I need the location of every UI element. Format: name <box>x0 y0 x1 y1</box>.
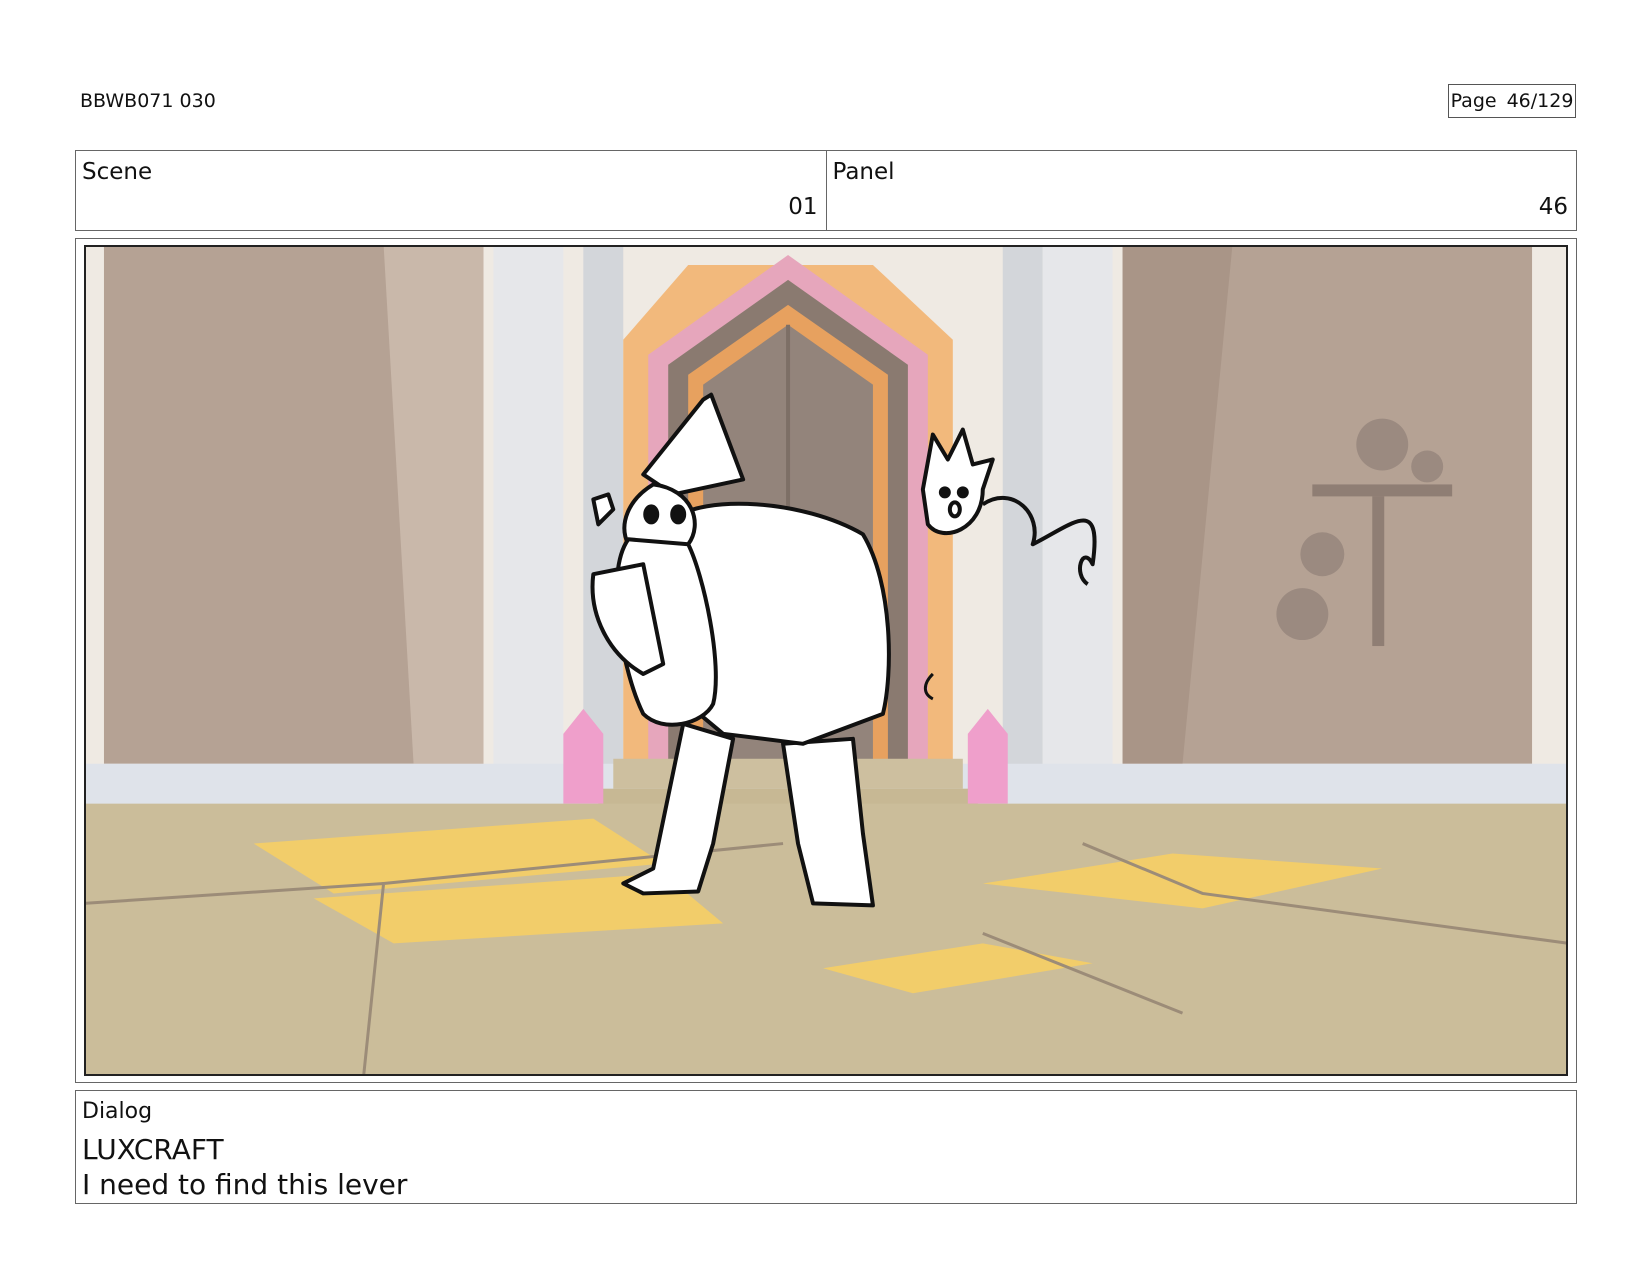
page-indicator: Page 46/129 <box>1448 84 1576 118</box>
gnome-eye <box>670 504 687 525</box>
spirit-eye <box>956 486 969 499</box>
pillar-right-inner <box>1002 245 1043 804</box>
shelf-post <box>1372 496 1385 647</box>
gnome-eye <box>643 504 660 525</box>
rock <box>1276 588 1329 641</box>
pillar-left <box>493 245 564 804</box>
rock <box>1411 450 1444 483</box>
page-number: 46/129 <box>1506 90 1574 112</box>
spirit-eye <box>938 486 951 499</box>
scene-label: Scene <box>82 159 153 185</box>
scene-panel-row: Scene 01 Panel 46 <box>75 150 1577 231</box>
dialog-line: I need to find this lever <box>82 1168 408 1201</box>
storyboard-frame <box>75 238 1577 1083</box>
scene-cell: Scene 01 <box>76 151 826 230</box>
pillar-right <box>1042 245 1113 804</box>
storyboard-drawing <box>84 245 1568 1076</box>
production-id: BBWB071 030 <box>80 90 216 112</box>
rock <box>1300 532 1345 577</box>
dialog-speaker: LUXCRAFT <box>82 1133 224 1166</box>
scene-number: 01 <box>788 194 818 220</box>
panel-label: Panel <box>832 159 895 185</box>
shelf <box>1312 484 1453 497</box>
dialog-box: Dialog LUXCRAFT I need to find this leve… <box>75 1090 1577 1204</box>
page-label: Page <box>1450 90 1497 112</box>
dialog-label: Dialog <box>82 1099 153 1124</box>
panel-number: 46 <box>1538 194 1568 220</box>
panel-cell: Panel 46 <box>825 151 1577 230</box>
spirit-mouth <box>947 500 962 519</box>
rock <box>1356 418 1409 471</box>
